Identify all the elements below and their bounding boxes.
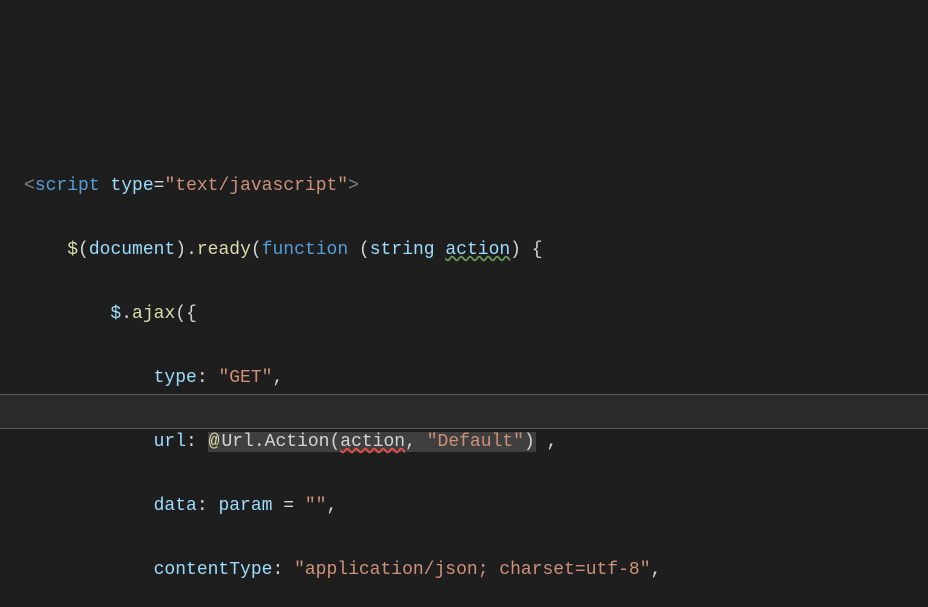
- code-line: data: param = "",: [0, 490, 928, 522]
- code-line: type: "GET",: [0, 362, 928, 394]
- code-line: url: @Url.Action(action, "Default") ,: [0, 426, 928, 458]
- code-line: <script type="text/javascript">: [0, 170, 928, 202]
- code-content: <script type="text/javascript"> $(docume…: [0, 138, 928, 607]
- code-editor[interactable]: <script type="text/javascript"> $(docume…: [0, 0, 928, 607]
- code-line: $(document).ready(function (string actio…: [0, 234, 928, 266]
- code-line: $.ajax({: [0, 298, 928, 330]
- code-line: contentType: "application/json; charset=…: [0, 554, 928, 586]
